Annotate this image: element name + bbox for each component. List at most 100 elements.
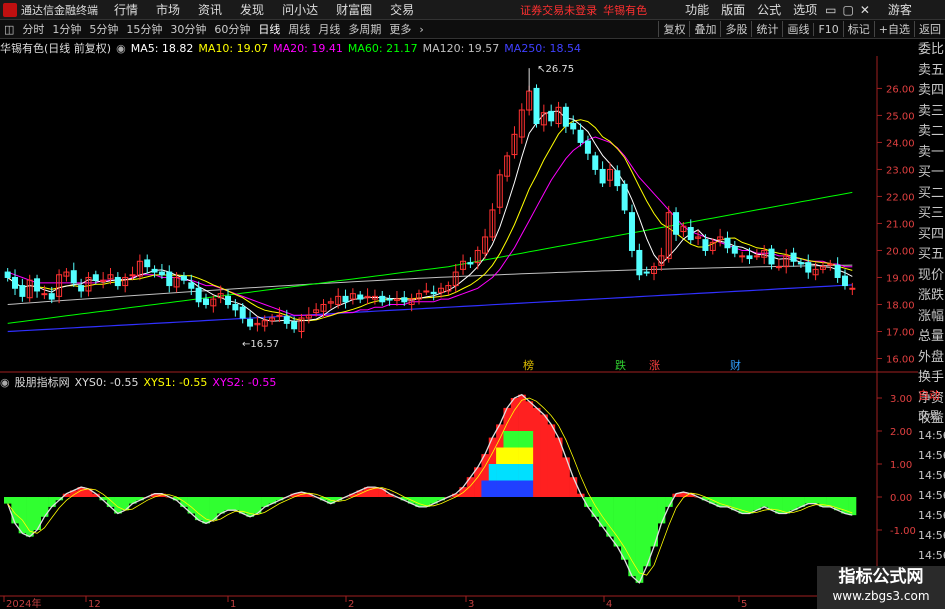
indicator-bar [760,497,769,507]
candle-body [841,275,848,287]
indicator-bar [18,497,27,534]
candle-body [92,274,99,281]
indicator-bar [540,414,548,497]
watermark: 指标公式网 www.zbgs3.com [817,566,945,609]
ytick-label: 1.00 [890,460,912,471]
candle-body [584,140,591,154]
candle-body [570,123,577,130]
quote-row-14: 总量 [918,329,945,344]
candle-body [592,155,599,170]
indicator-bar [628,497,636,577]
trade-row-6: 14:56 [918,509,945,522]
candle-body [562,106,569,127]
candle-body [166,271,173,287]
candle-body [225,295,232,305]
quote-row-2: 卖四 [918,83,945,98]
trade-row-4: 14:56 [918,469,945,482]
candle-body [702,239,709,251]
candle-body [291,321,298,330]
indicator-bar [782,497,791,514]
ytick-label: 17.00 [886,327,915,338]
candle-body [467,262,474,265]
ytick-label: 3.00 [890,394,912,405]
indicator-band [496,464,504,481]
chart-svg[interactable]: 26.0025.0024.0023.0022.0021.0020.0019.00… [0,0,945,609]
ytick-label: 24.00 [886,138,915,149]
quote-panel: 委比 卖五 卖四 卖三 卖二 卖一 买一 买二 买三 买四 买五 现价 涨跌 涨幅 总量 外盘 换手 净资 收益 [918,40,945,426]
candle-body [114,276,121,287]
indicator-band [488,480,497,497]
ytick-label: 20.00 [886,246,915,257]
quote-row-1: 卖五 [918,62,945,78]
candle-body [849,287,856,290]
candle-body [195,287,202,303]
indicator-bar [613,497,622,547]
indicator-bar [4,497,12,504]
candle-body [386,298,393,301]
candle-body [768,248,775,265]
indicator-band [488,464,497,481]
quote-row-11: 现价 [918,267,945,283]
candle-body [731,245,738,254]
indicator-band [518,480,526,497]
candle-body [621,183,628,211]
candle-body [12,276,19,289]
candle-body [129,274,136,277]
indicator-bar [569,477,578,497]
xtick-label: 4 [606,599,612,609]
candle-body [548,110,555,122]
quote-row-8: 买三 [918,206,945,221]
event-marker: 财 [730,358,741,372]
candle-body [379,295,386,303]
quote-row-5: 卖一 [918,144,945,160]
quote-row-9: 买四 [918,226,945,242]
ytick-label: 23.00 [886,165,915,176]
indicator-band [518,464,526,481]
ma10-line [7,119,853,322]
trade-row-2: 14:56 [918,429,945,442]
trade-panel: 自动交易14:5614:5614:5614:5614:5614:5614:561… [918,386,945,596]
indicator-bar [231,497,240,511]
candle-body [180,275,187,281]
indicator-bar [789,497,798,511]
quote-row-0: 委比 [918,42,945,57]
high-label: ↖26.75 [537,64,574,75]
indicator-band [481,480,490,497]
indicator-bar [217,497,225,514]
trade-row-5: 14:56 [918,489,945,502]
watermark-title: 指标公式网 [838,567,924,587]
trade-row-1[interactable]: 交易 [918,406,945,426]
candle-body [239,306,246,319]
trade-row-0[interactable]: 自动 [918,386,945,406]
candle-body [41,293,48,296]
xtick-label: 5 [741,599,747,609]
indicator-band [510,431,519,448]
indicator-bar [745,497,754,514]
ytick-label: 2.00 [890,427,912,438]
quote-row-6: 买一 [918,165,945,180]
xtick-label: 2 [348,599,354,609]
candle-body [673,212,680,235]
indicator-band [496,480,504,497]
ytick-label: 0.00 [890,493,912,504]
xtick-label: 1 [230,599,236,609]
indicator-band [525,431,534,448]
candle-body [70,270,77,284]
indicator-band [510,480,519,497]
candle-body [151,268,158,273]
ytick-label: 25.00 [886,111,915,122]
ma60-line [7,191,853,324]
candle-body [628,212,635,251]
ytick-label: 26.00 [886,84,915,95]
indicator-bar [48,497,56,507]
ma20-line [7,136,853,316]
indicator-band [503,431,512,448]
indicator-band [510,464,519,481]
quote-row-13: 涨幅 [918,308,945,324]
candle-body [357,294,364,300]
quote-row-12: 涨跌 [918,288,945,303]
candle-body [423,290,430,293]
ytick-label: 18.00 [886,300,915,311]
candle-body [599,168,606,184]
xtick-label: 12 [88,599,101,609]
